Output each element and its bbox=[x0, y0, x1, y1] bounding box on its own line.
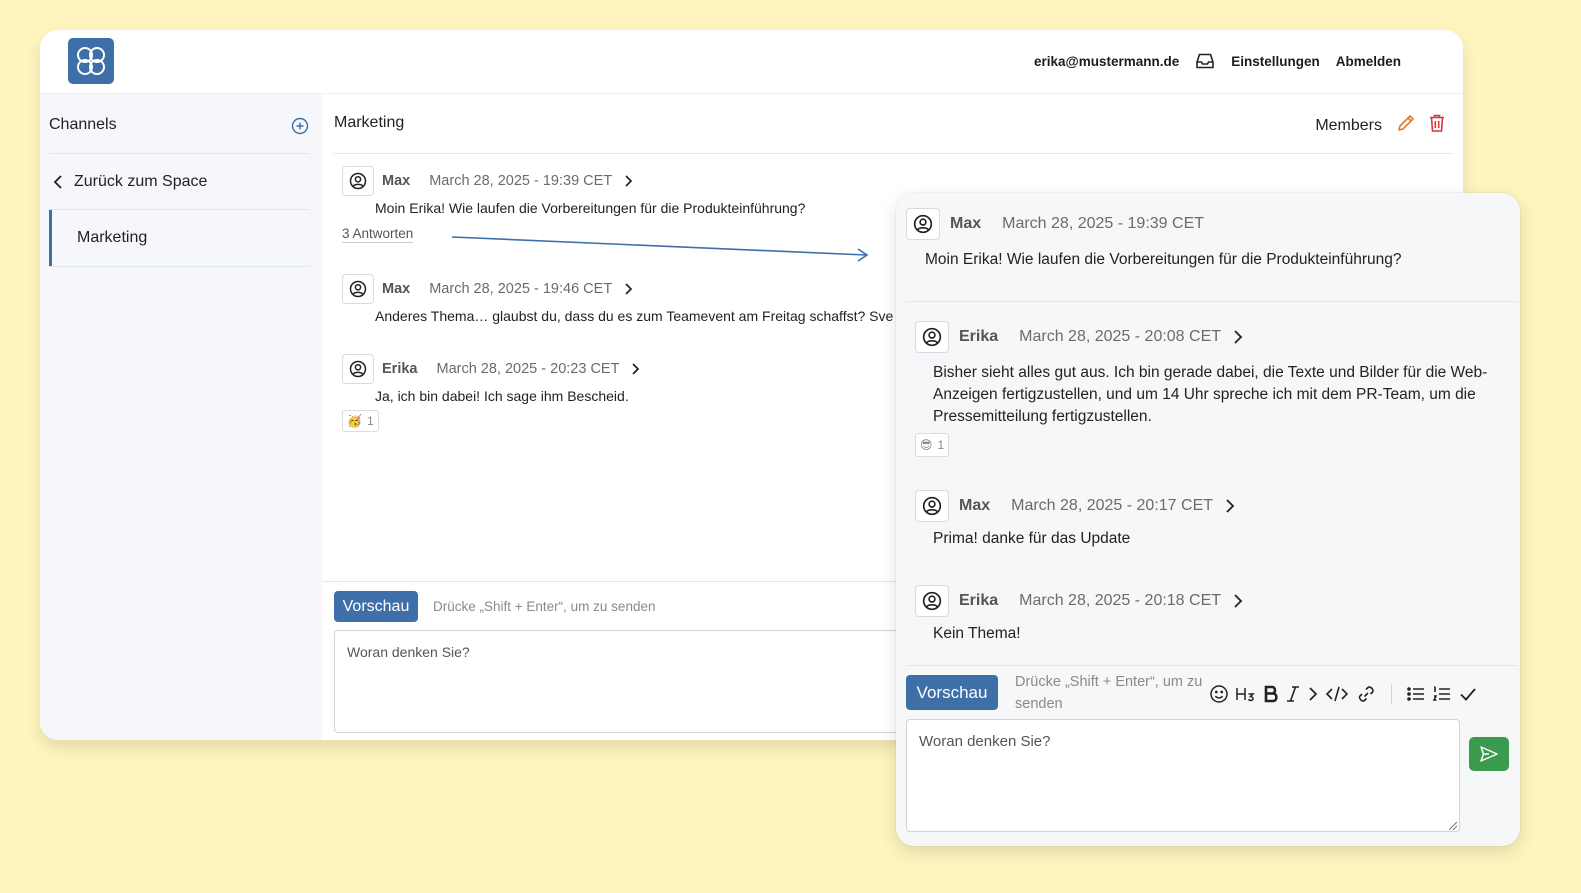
message-time: March 28, 2025 - 19:39 CET bbox=[1002, 215, 1205, 232]
heading-icon[interactable] bbox=[1235, 684, 1257, 704]
message-author: Max bbox=[950, 215, 982, 232]
checkmark-icon[interactable] bbox=[1458, 684, 1478, 704]
quote-icon[interactable] bbox=[1307, 684, 1319, 704]
reaction-count: 1 bbox=[937, 438, 945, 452]
thread-panel: Max March 28, 2025 - 19:39 CET Moin Erik… bbox=[896, 193, 1520, 846]
chevron-right-icon[interactable] bbox=[1233, 329, 1243, 345]
thread-message-input[interactable]: Woran denken Sie? bbox=[906, 719, 1460, 832]
user-avatar-icon bbox=[922, 327, 942, 347]
message-time: March 28, 2025 - 20:17 CET bbox=[1011, 497, 1214, 514]
channel-actions: Members bbox=[1315, 113, 1446, 138]
code-icon[interactable] bbox=[1325, 684, 1349, 704]
message-author: Max bbox=[959, 497, 991, 514]
back-to-space-label: Zurück zum Space bbox=[74, 173, 208, 190]
inbox-icon[interactable] bbox=[1195, 52, 1215, 70]
thread-arrow bbox=[451, 236, 869, 262]
trash-icon[interactable] bbox=[1428, 113, 1446, 138]
thread-composer-divider bbox=[906, 665, 1518, 666]
chevron-left-icon bbox=[53, 175, 62, 189]
user-avatar-icon bbox=[913, 214, 933, 234]
message-time: March 28, 2025 - 20:08 CET bbox=[1019, 328, 1222, 345]
message-author: Erika bbox=[959, 592, 999, 609]
avatar[interactable] bbox=[906, 208, 940, 240]
numbered-list-icon[interactable] bbox=[1432, 684, 1452, 704]
message-time: March 28, 2025 - 19:46 CET bbox=[429, 281, 613, 297]
thread-preview-button[interactable]: Vorschau bbox=[906, 675, 998, 710]
italic-icon[interactable] bbox=[1285, 684, 1301, 704]
avatar[interactable] bbox=[915, 321, 949, 353]
message-time: March 28, 2025 - 20:18 CET bbox=[1019, 592, 1222, 609]
user-email[interactable]: erika@mustermann.de bbox=[1034, 54, 1179, 69]
sidebar-title: Channels bbox=[49, 116, 117, 133]
bold-icon[interactable] bbox=[1263, 684, 1279, 704]
send-icon bbox=[1480, 746, 1498, 762]
settings-link[interactable]: Einstellungen bbox=[1231, 54, 1320, 69]
sunglasses-emoji-icon: 😎 bbox=[920, 438, 933, 452]
chevron-right-icon[interactable] bbox=[624, 282, 633, 296]
back-to-space-link[interactable]: Zurück zum Space bbox=[53, 173, 207, 191]
reaction-badge[interactable]: 😎 1 bbox=[915, 433, 950, 457]
thread-send-hint: Drücke „Shift + Enter“, um zu senden bbox=[1015, 674, 1203, 712]
user-avatar-icon bbox=[922, 496, 942, 516]
message-text: Ja, ich bin dabei! Ich sage ihm Bescheid… bbox=[375, 388, 629, 404]
sidebar: Channels Zurück zum Space Marketing bbox=[40, 94, 322, 740]
message-text: Kein Thema! bbox=[933, 625, 1021, 642]
chevron-right-icon[interactable] bbox=[631, 362, 640, 376]
preview-button[interactable]: Vorschau bbox=[334, 591, 418, 622]
message-text: Prima! danke für das Update bbox=[933, 530, 1131, 547]
message-input[interactable]: Woran denken Sie? bbox=[334, 630, 934, 733]
avatar[interactable] bbox=[915, 490, 949, 522]
bullet-list-icon[interactable] bbox=[1406, 684, 1426, 704]
message-text: Anderes Thema… glaubst du, dass du es zu… bbox=[375, 308, 894, 324]
message-author: Erika bbox=[959, 328, 999, 345]
link-icon[interactable] bbox=[1355, 684, 1377, 704]
message-author: Max bbox=[382, 173, 411, 189]
replies-link[interactable]: 3 Antworten bbox=[342, 226, 414, 243]
app-logo[interactable] bbox=[68, 38, 114, 84]
user-avatar-icon bbox=[349, 280, 367, 298]
add-channel-icon[interactable] bbox=[291, 117, 309, 140]
chevron-right-icon[interactable] bbox=[1233, 593, 1243, 609]
reaction-count: 1 bbox=[366, 414, 374, 428]
channel-title: Marketing bbox=[334, 114, 405, 131]
send-button[interactable] bbox=[1469, 737, 1509, 771]
format-toolbar bbox=[1209, 683, 1478, 705]
message-text: Bisher sieht alles gut aus. Ich bin gera… bbox=[933, 364, 1488, 425]
avatar[interactable] bbox=[342, 166, 374, 196]
sidebar-divider bbox=[49, 153, 310, 154]
avatar[interactable] bbox=[915, 585, 949, 617]
party-emoji-icon: 🥳 bbox=[347, 414, 362, 428]
edit-pencil-icon[interactable] bbox=[1396, 113, 1416, 138]
channel-header-divider bbox=[334, 153, 1453, 154]
message-text: Moin Erika! Wie laufen die Vorbereitunge… bbox=[925, 251, 1402, 268]
message-text: Moin Erika! Wie laufen die Vorbereitunge… bbox=[375, 200, 806, 216]
reaction-badge[interactable]: 🥳 1 bbox=[342, 410, 379, 432]
resize-handle-icon[interactable] bbox=[1447, 820, 1458, 831]
message-time: March 28, 2025 - 19:39 CET bbox=[429, 173, 613, 189]
toolbar-separator bbox=[1391, 684, 1392, 704]
avatar[interactable] bbox=[342, 274, 374, 304]
clover-logo-icon bbox=[77, 47, 105, 75]
user-avatar-icon bbox=[349, 172, 367, 190]
message-item: Max March 28, 2025 - 19:46 CET Anderes T… bbox=[342, 274, 922, 334]
logout-link[interactable]: Abmelden bbox=[1336, 54, 1401, 69]
chevron-right-icon[interactable] bbox=[624, 174, 633, 188]
user-avatar-icon bbox=[349, 360, 367, 378]
user-avatar-icon bbox=[922, 591, 942, 611]
top-nav: erika@mustermann.de Einstellungen Abmeld… bbox=[1034, 50, 1401, 72]
send-hint: Drücke „Shift + Enter“, um zu senden bbox=[433, 599, 656, 614]
message-author: Erika bbox=[382, 361, 418, 377]
sidebar-divider bbox=[49, 266, 310, 267]
sidebar-item-label: Marketing bbox=[77, 229, 148, 246]
members-link[interactable]: Members bbox=[1315, 117, 1382, 135]
emoji-icon[interactable] bbox=[1209, 684, 1229, 704]
message-author: Max bbox=[382, 281, 411, 297]
chevron-right-icon[interactable] bbox=[1225, 498, 1235, 514]
message-time: March 28, 2025 - 20:23 CET bbox=[436, 361, 620, 377]
thread-divider bbox=[906, 301, 1518, 302]
sidebar-item-marketing[interactable]: Marketing bbox=[49, 210, 310, 267]
avatar[interactable] bbox=[342, 354, 374, 384]
